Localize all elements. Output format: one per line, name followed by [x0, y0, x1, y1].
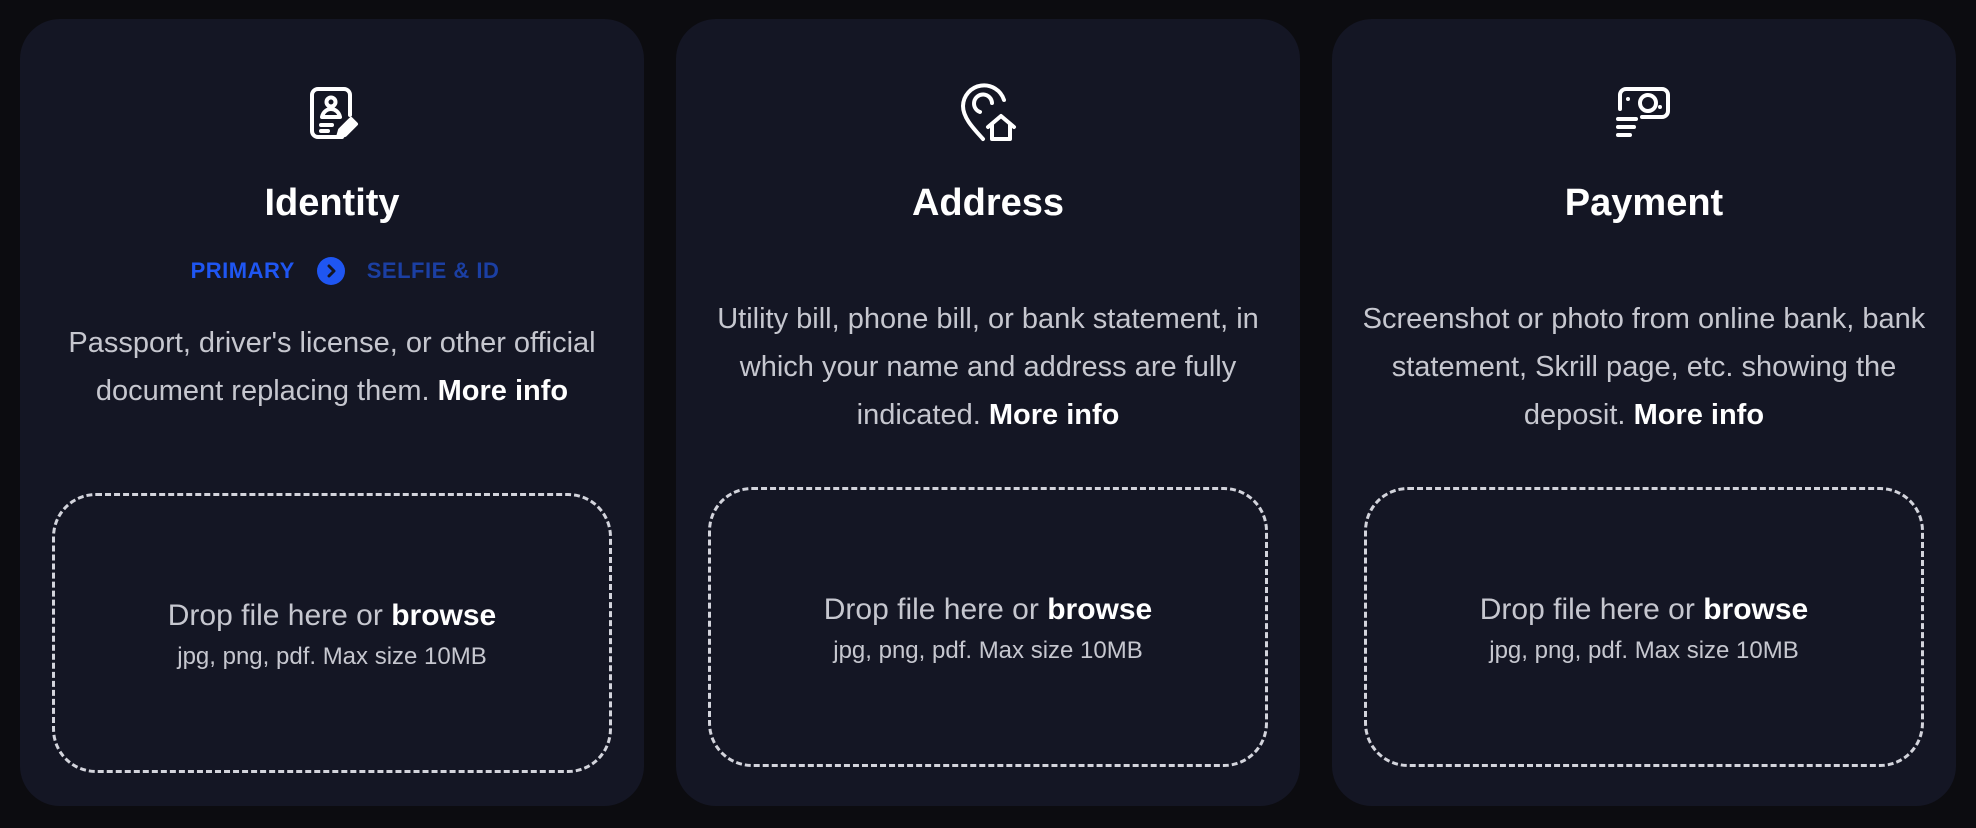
- payment-card: Payment Screenshot or photo from online …: [1332, 19, 1956, 806]
- file-drop-zone[interactable]: Drop file here or browse jpg, png, pdf. …: [708, 487, 1268, 767]
- drop-text: Drop file here or: [167, 599, 383, 632]
- payment-icon: [1612, 81, 1676, 145]
- drop-instructions: Drop file here or browse: [711, 590, 1265, 630]
- file-drop-zone[interactable]: Drop file here or browse jpg, png, pdf. …: [1364, 487, 1924, 767]
- chevron-right-icon[interactable]: [316, 257, 345, 285]
- file-requirements: jpg, png, pdf. Max size 10MB: [1489, 637, 1799, 664]
- browse-link[interactable]: browse: [391, 599, 496, 632]
- more-info-link[interactable]: More info: [989, 399, 1120, 431]
- id-document-icon: [300, 81, 364, 145]
- browse-link[interactable]: browse: [1703, 593, 1808, 626]
- card-title: Identity: [264, 182, 400, 224]
- card-description: Passport, driver's license, or other off…: [50, 319, 614, 415]
- card-title: Payment: [1564, 182, 1724, 224]
- card-description: Screenshot or photo from online bank, ba…: [1362, 295, 1926, 439]
- file-drop-zone[interactable]: Drop file here or browse jpg, png, pdf. …: [52, 493, 612, 773]
- location-home-icon: [956, 81, 1020, 145]
- step-primary[interactable]: PRIMARY: [191, 258, 295, 284]
- drop-text: Drop file here or: [1479, 593, 1695, 626]
- file-requirements: jpg, png, pdf. Max size 10MB: [833, 637, 1143, 664]
- more-info-link[interactable]: More info: [438, 375, 569, 407]
- verification-cards: Identity PRIMARY SELFIE & ID Passport, d…: [20, 19, 1956, 806]
- more-info-link[interactable]: More info: [1634, 399, 1765, 431]
- step-indicator: PRIMARY SELFIE & ID: [20, 257, 644, 285]
- address-card: Address Utility bill, phone bill, or ban…: [676, 19, 1300, 806]
- browse-link[interactable]: browse: [1047, 593, 1152, 626]
- identity-card: Identity PRIMARY SELFIE & ID Passport, d…: [20, 19, 644, 806]
- card-description: Utility bill, phone bill, or bank statem…: [706, 295, 1270, 439]
- drop-instructions: Drop file here or browse: [55, 596, 609, 636]
- drop-text: Drop file here or: [823, 593, 1039, 626]
- file-requirements: jpg, png, pdf. Max size 10MB: [177, 643, 487, 670]
- step-selfie-id[interactable]: SELFIE & ID: [367, 258, 500, 284]
- drop-instructions: Drop file here or browse: [1367, 590, 1921, 630]
- card-title: Address: [911, 182, 1065, 224]
